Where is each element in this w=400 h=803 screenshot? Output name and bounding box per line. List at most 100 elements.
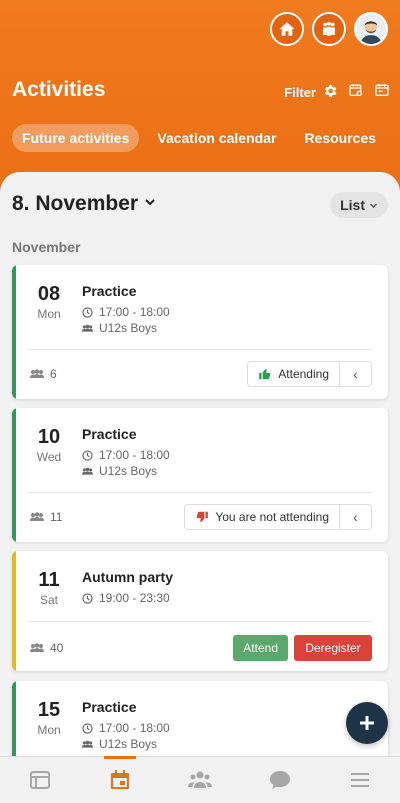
group-icon (30, 512, 44, 521)
header-actions: Filter (284, 82, 390, 103)
menu-icon (351, 773, 369, 787)
calendar-sync-icon[interactable] (348, 82, 364, 103)
activity-group-row: U12s Boys (82, 321, 170, 335)
thumbs-down-icon (197, 511, 209, 523)
calendar-export-icon[interactable] (374, 82, 390, 103)
tabs: Future activities Vacation calendar Reso… (12, 124, 386, 152)
filter-gear-icon (322, 83, 338, 102)
attendance-status[interactable]: Attending ‹ (247, 361, 372, 387)
team-icon[interactable] (312, 12, 346, 46)
count-value: 11 (50, 510, 63, 524)
divider (28, 349, 372, 350)
weekday: Mon (37, 723, 61, 737)
attendance-label[interactable]: Attending (248, 362, 339, 386)
group-icon (30, 369, 44, 378)
month-label: November (12, 239, 81, 255)
activity-time-row: 17:00 - 18:00 (82, 448, 170, 462)
activity-card[interactable]: 08 Mon Practice 17:00 - 18:00 U12s Boys … (12, 265, 388, 399)
activity-time: 17:00 - 18:00 (99, 448, 170, 462)
activity-group: U12s Boys (99, 737, 158, 751)
page-title: Activities (12, 78, 106, 101)
chevron-down-icon (144, 195, 156, 213)
add-activity-button[interactable] (346, 702, 388, 744)
day-number: 10 (37, 426, 61, 448)
chevron-left-icon[interactable]: ‹ (339, 362, 371, 386)
activity-time-row: 19:00 - 23:30 (82, 591, 173, 605)
day-number: 15 (37, 699, 61, 721)
members-icon (188, 771, 212, 788)
nav-members[interactable] (160, 757, 240, 803)
activity-date: 11 Sat (34, 569, 64, 607)
list-view-label: List (340, 197, 365, 213)
nav-menu[interactable] (320, 757, 400, 803)
home-icon[interactable] (270, 12, 304, 46)
activity-time-row: 17:00 - 18:00 (82, 721, 170, 735)
group-icon (82, 467, 93, 475)
participant-count: 6 (30, 367, 57, 381)
deregister-button[interactable]: Deregister (294, 635, 372, 661)
activity-title: Practice (82, 283, 137, 299)
news-icon (30, 771, 50, 789)
nav-calendar[interactable] (80, 756, 160, 803)
activity-title: Practice (82, 426, 137, 442)
nav-news[interactable] (0, 757, 80, 803)
plus-icon (360, 716, 374, 730)
divider (28, 621, 372, 622)
activity-date: 10 Wed (34, 426, 64, 464)
tab-vacation-calendar[interactable]: Vacation calendar (147, 124, 286, 152)
filter-label: Filter (284, 85, 316, 100)
activity-time-row: 17:00 - 18:00 (82, 305, 170, 319)
participant-count: 11 (30, 510, 62, 524)
activity-group-row: U12s Boys (82, 737, 170, 751)
chevron-left-icon[interactable]: ‹ (339, 505, 371, 529)
count-value: 40 (50, 641, 64, 655)
activity-info: Practice 17:00 - 18:00 U12s Boys (82, 699, 170, 751)
group-icon (30, 643, 44, 652)
clock-icon (82, 592, 93, 604)
day-number: 11 (38, 569, 60, 591)
activity-card[interactable]: 15 Mon Practice 17:00 - 18:00 U12s Boys (12, 681, 388, 756)
participant-count: 40 (30, 641, 63, 655)
date-title: 8. November (12, 192, 139, 215)
attendance-status[interactable]: You are not attending ‹ (184, 504, 372, 530)
list-view-toggle[interactable]: List (330, 192, 388, 218)
header: Activities Filter Future activities Vaca… (0, 0, 400, 200)
activity-time: 17:00 - 18:00 (99, 721, 170, 735)
attendance-label[interactable]: You are not attending (185, 505, 339, 529)
weekday: Sat (39, 593, 58, 607)
activity-title: Autumn party (82, 569, 173, 585)
chevron-down-icon (369, 197, 378, 213)
clock-icon (82, 722, 93, 734)
attend-button[interactable]: Attend (233, 635, 288, 661)
activity-card[interactable]: 11 Sat Autumn party 19:00 - 23:30 40 Att… (12, 551, 388, 671)
attendance-text: You are not attending (215, 510, 329, 524)
clock-icon (82, 306, 93, 318)
nav-chat[interactable] (240, 757, 320, 803)
activity-title: Practice (82, 699, 137, 715)
tab-future-activities[interactable]: Future activities (12, 124, 140, 152)
status-bar (12, 551, 16, 671)
divider (28, 492, 372, 493)
activity-time: 19:00 - 23:30 (99, 591, 170, 605)
weekday: Mon (37, 307, 61, 321)
chat-icon (270, 771, 290, 789)
attendance-text: Attending (278, 367, 329, 381)
activity-group: U12s Boys (99, 464, 158, 478)
user-avatar[interactable] (354, 12, 388, 46)
group-icon (82, 324, 93, 332)
calendar-icon (111, 770, 129, 789)
count-value: 6 (50, 367, 57, 381)
date-selector[interactable]: 8. November (12, 192, 156, 216)
activity-card[interactable]: 10 Wed Practice 17:00 - 18:00 U12s Boys … (12, 408, 388, 542)
filter-button[interactable]: Filter (284, 83, 338, 102)
weekday: Wed (36, 450, 62, 464)
thumbs-up-icon (259, 368, 271, 380)
activity-date: 15 Mon (34, 699, 64, 737)
status-bar (12, 408, 16, 542)
main-content: 8. November List November 08 Mon Practic… (0, 172, 400, 756)
activity-date: 08 Mon (34, 283, 64, 321)
bottom-nav (0, 756, 400, 803)
tab-resources[interactable]: Resources (294, 124, 386, 152)
day-number: 08 (37, 283, 61, 305)
activity-group-row: U12s Boys (82, 464, 170, 478)
